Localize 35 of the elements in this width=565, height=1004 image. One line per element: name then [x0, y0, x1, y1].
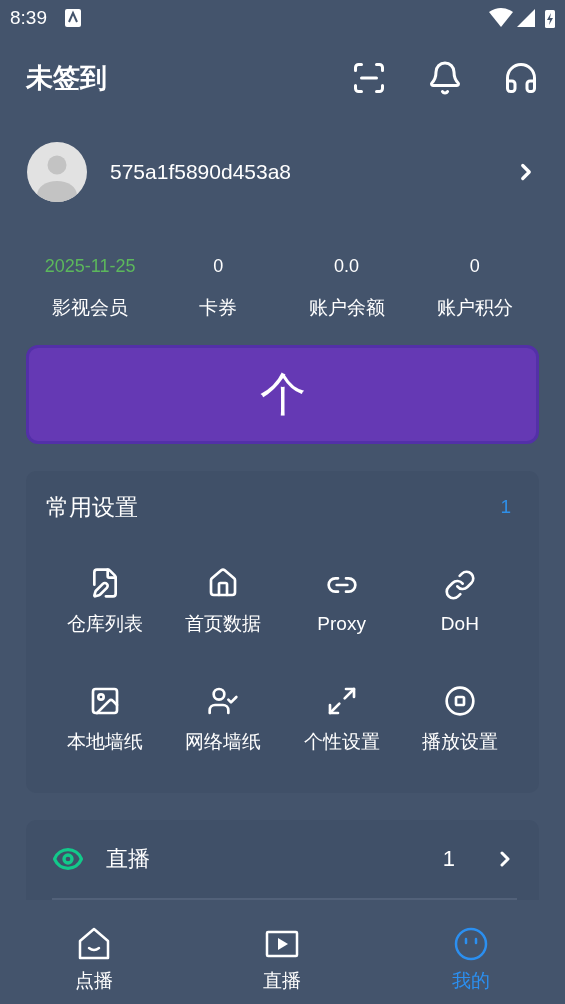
settings-item[interactable]: Proxy	[282, 543, 401, 661]
settings-item[interactable]: DoH	[400, 543, 519, 661]
bell-icon[interactable]	[427, 60, 463, 96]
user-check-icon	[207, 685, 240, 717]
face-icon	[452, 925, 489, 962]
settings-item[interactable]: 仓库列表	[46, 543, 165, 661]
nav-tab[interactable]: 直播	[188, 915, 377, 1004]
signal-status-icons	[489, 8, 555, 28]
page-title: 未签到	[26, 62, 108, 95]
notification-icon	[65, 9, 81, 27]
status-time: 8:39	[10, 7, 47, 29]
stat-label: 影视会员	[52, 296, 129, 320]
stat-label: 卡券	[199, 296, 238, 320]
stat-value: 2025-11-25	[44, 256, 136, 277]
link-icon	[443, 569, 476, 601]
action-button[interactable]: 个	[26, 345, 539, 444]
settings-item[interactable]: 首页数据	[164, 543, 283, 661]
stat-label: 账户积分	[436, 296, 513, 320]
settings-item[interactable]: 播放设置	[400, 661, 519, 779]
stat-label: 账户余额	[308, 296, 385, 320]
stat-value: 0.0	[334, 256, 360, 277]
user-id: 575a1f5890d453a8	[110, 160, 293, 184]
count-label: 1	[500, 496, 511, 518]
settings-item[interactable]: 个性设置	[282, 661, 401, 779]
settings-item[interactable]: 本地墙纸	[46, 661, 165, 779]
avatar[interactable]	[26, 141, 88, 203]
headphones-icon[interactable]	[503, 60, 539, 96]
stop-circle-icon	[443, 685, 476, 717]
stat-value: 0	[469, 256, 480, 277]
list-row[interactable]: 直播 1	[52, 820, 517, 900]
settings-item[interactable]: 网络墙纸	[164, 661, 283, 779]
nav-tab[interactable]: 点播	[0, 915, 189, 1004]
stat-value: 0	[213, 256, 224, 277]
section-title: 常用设置	[46, 492, 138, 522]
scan-icon[interactable]	[351, 60, 387, 96]
